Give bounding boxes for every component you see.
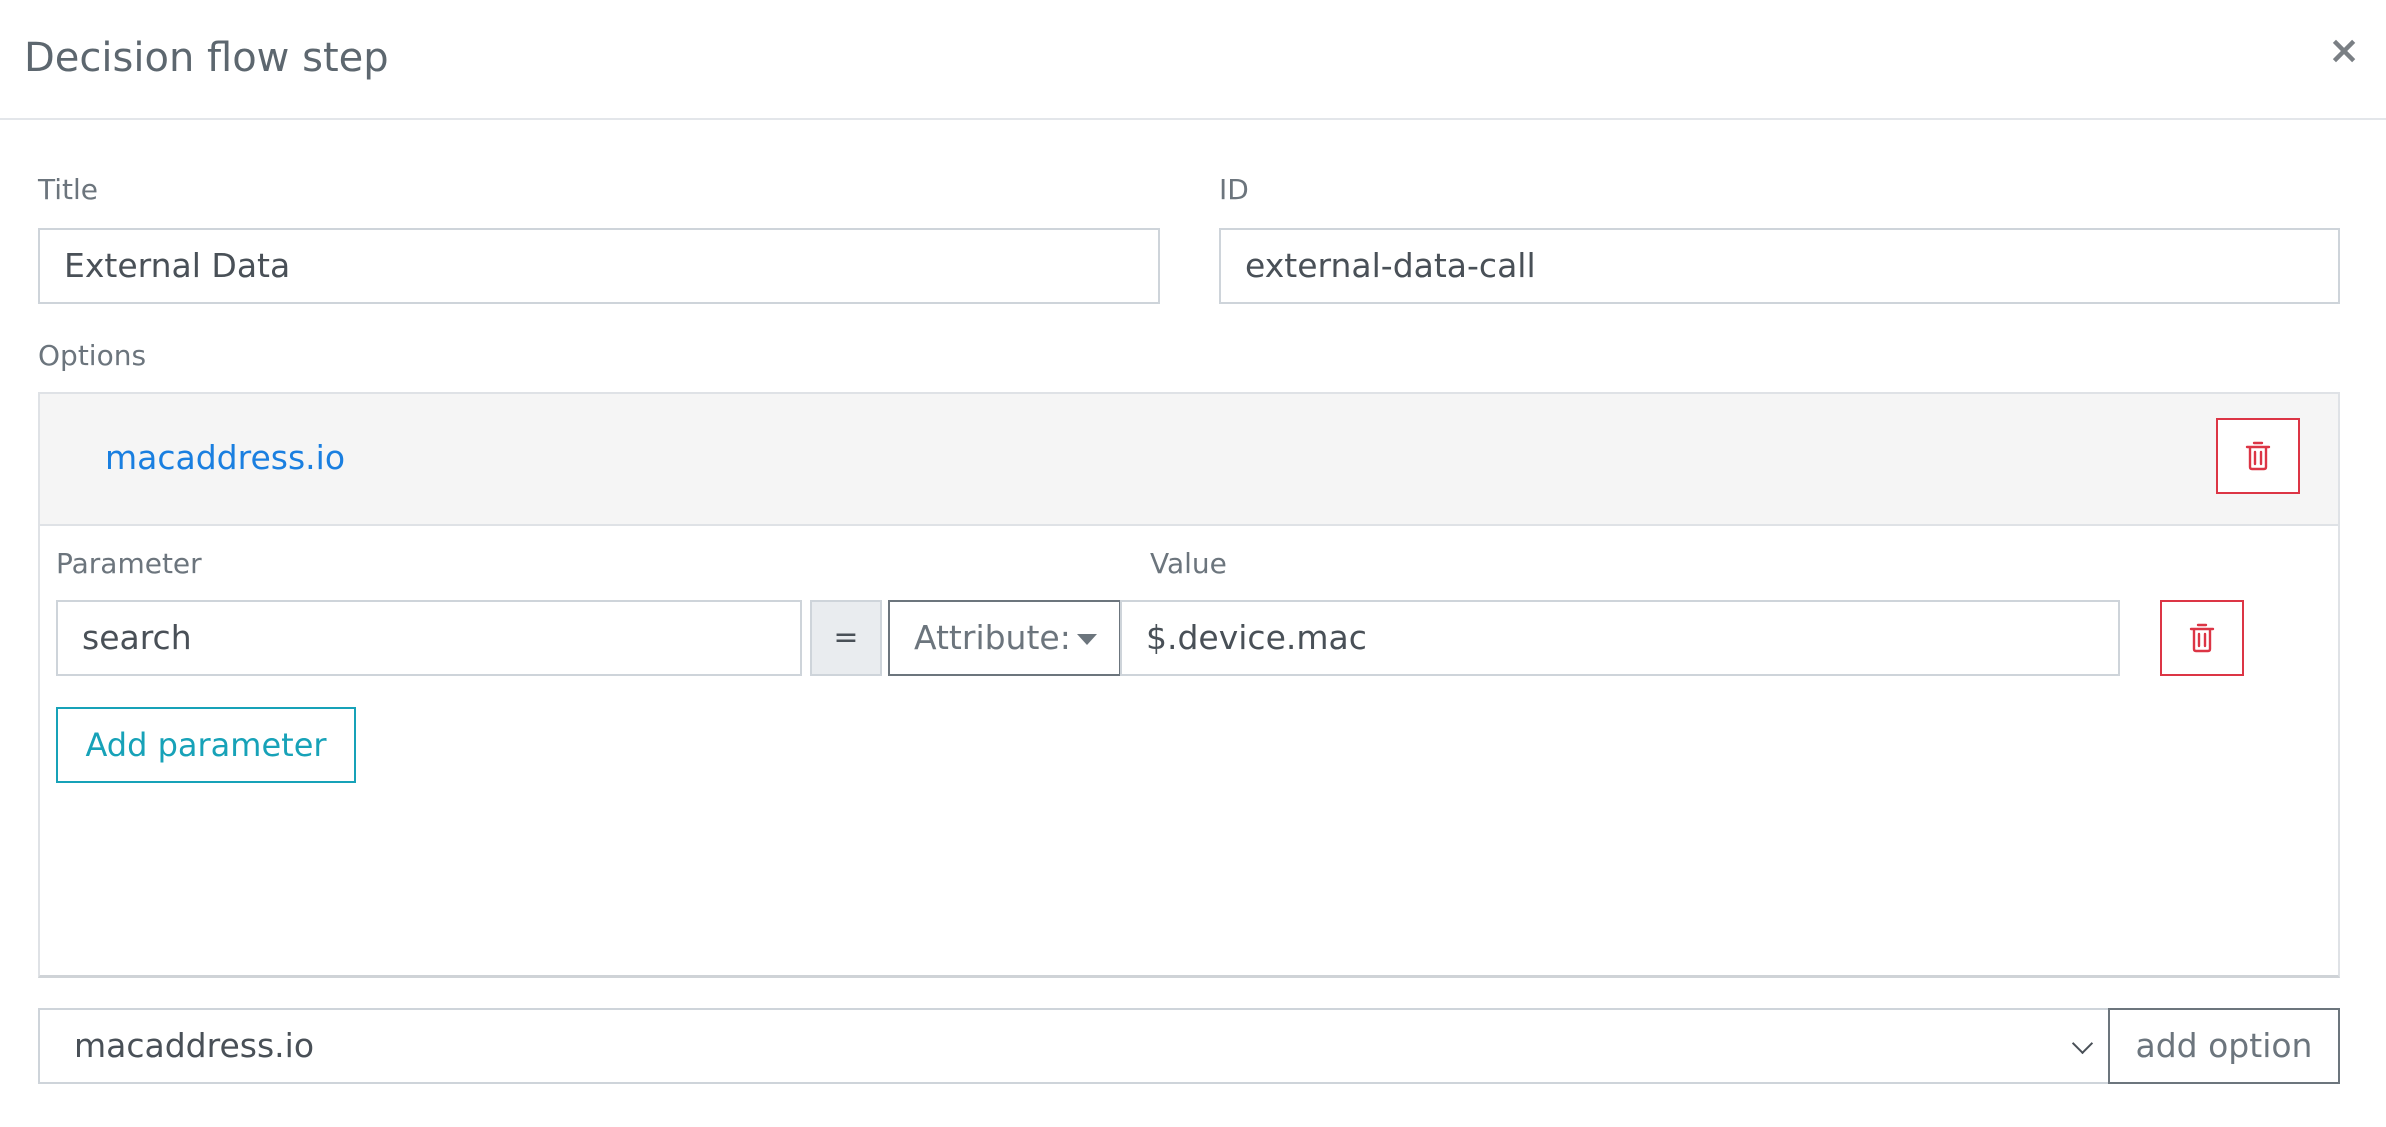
modal-header: Decision flow step ×	[0, 0, 2386, 120]
parameter-value-input[interactable]: $.device.mac	[1120, 600, 2120, 676]
trash-icon	[2245, 441, 2271, 471]
delete-parameter-button[interactable]	[2160, 600, 2244, 676]
title-label: Title	[38, 173, 99, 206]
equals-addon: =	[810, 600, 882, 676]
delete-option-button[interactable]	[2216, 418, 2300, 494]
title-input[interactable]: External Data	[38, 228, 1160, 304]
option-card: macaddress.io Parameter Value search = A…	[38, 392, 2340, 978]
id-label: ID	[1219, 173, 1249, 206]
decision-flow-step-modal: Decision flow step × Title External Data…	[0, 0, 2386, 1127]
option-select[interactable]: macaddress.io	[38, 1008, 2110, 1084]
attribute-type-label: Attribute:	[914, 618, 1071, 657]
option-select-value: macaddress.io	[74, 1026, 315, 1065]
options-label: Options	[38, 339, 147, 372]
value-header: Value	[1150, 547, 1227, 580]
chevron-down-icon	[2071, 1032, 2094, 1055]
add-option-button[interactable]: add option	[2108, 1008, 2340, 1084]
attribute-type-dropdown[interactable]: Attribute:	[888, 600, 1121, 676]
modal-title: Decision flow step	[24, 35, 389, 81]
option-header: macaddress.io	[40, 394, 2338, 526]
trash-icon	[2189, 623, 2215, 653]
add-parameter-button[interactable]: Add parameter	[56, 707, 356, 783]
option-name-link[interactable]: macaddress.io	[105, 438, 345, 478]
id-input[interactable]: external-data-call	[1219, 228, 2340, 304]
parameter-name-input[interactable]: search	[56, 600, 802, 676]
close-icon[interactable]: ×	[2324, 28, 2364, 72]
parameter-header: Parameter	[56, 547, 202, 580]
caret-down-icon	[1077, 634, 1097, 645]
